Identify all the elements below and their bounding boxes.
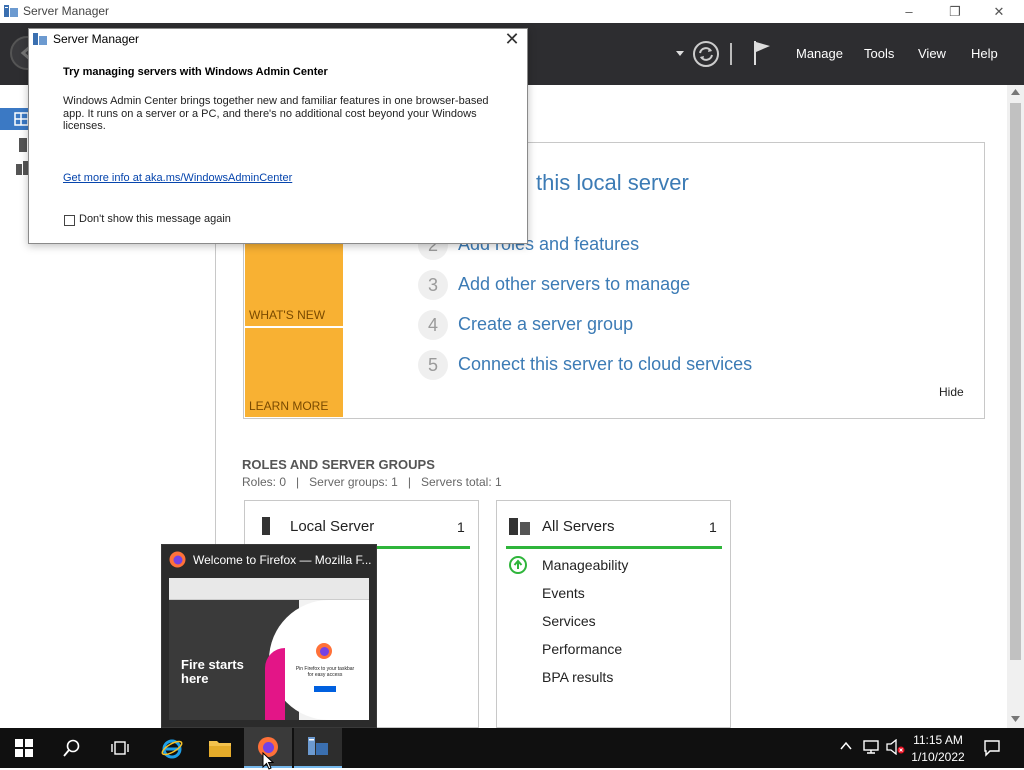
window-titlebar [0, 0, 1024, 23]
window-title: Server Manager [23, 4, 110, 18]
mouse-cursor-icon [262, 752, 274, 770]
volume-muted-icon[interactable] [885, 739, 905, 755]
dialog-body: Windows Admin Center brings together new… [63, 95, 489, 132]
thumb-headline: Fire starts here [181, 657, 244, 686]
all-servers-title[interactable]: All Servers [542, 518, 615, 535]
all-servers-services[interactable]: Services [542, 613, 596, 629]
server-manager-icon [308, 737, 328, 755]
menu-tools[interactable]: Tools [864, 46, 894, 61]
all-servers-events[interactable]: Events [542, 585, 585, 601]
step-number: 3 [418, 270, 448, 300]
step-add-servers-link[interactable]: Add other servers to manage [458, 274, 690, 295]
all-servers-bpa-results[interactable]: BPA results [542, 669, 613, 685]
tile-whats-new-label: WHAT'S NEW [249, 308, 326, 322]
start-button[interactable] [0, 728, 48, 768]
nav-item-dashboard[interactable] [0, 108, 30, 130]
step-connect-cloud-link[interactable]: Connect this server to cloud services [458, 354, 752, 375]
task-view-icon [111, 741, 129, 755]
internet-explorer-button[interactable] [148, 728, 196, 768]
tile-whats-new[interactable]: WHAT'S NEW [245, 244, 343, 326]
dont-show-again-checkbox[interactable] [64, 215, 75, 226]
firefox-logo-icon [316, 643, 332, 659]
notifications-flag-icon[interactable] [752, 40, 772, 66]
network-icon[interactable] [862, 739, 880, 755]
dialog-heading: Try managing servers with Windows Admin … [63, 66, 328, 78]
roles-heading: ROLES AND SERVER GROUPS [242, 457, 435, 472]
folder-icon [209, 741, 231, 757]
menu-manage[interactable]: Manage [796, 46, 843, 61]
firefox-preview-thumbnail[interactable]: Fire starts here Pin Firefox to your tas… [169, 578, 369, 720]
local-server-title[interactable]: Local Server [290, 518, 374, 535]
all-servers-count: 1 [709, 519, 717, 535]
all-servers-status-bar [506, 546, 722, 549]
step-create-group-link[interactable]: Create a server group [458, 314, 633, 335]
server-manager-app-icon [4, 5, 18, 17]
dashboard-icon [14, 112, 29, 126]
dont-show-again-label[interactable]: Don't show this message again [79, 213, 231, 225]
firefox-icon [169, 551, 186, 568]
scroll-up-arrow-icon[interactable] [1011, 89, 1020, 95]
dialog-title: Server Manager [53, 32, 140, 46]
admin-center-info-link[interactable]: Get more info at aka.ms/WindowsAdminCent… [63, 172, 292, 184]
tile-learn-more-label: LEARN MORE [249, 399, 329, 413]
roles-summary: Roles: 0 | Server groups: 1 | Servers to… [242, 475, 502, 489]
menu-help[interactable]: Help [971, 46, 998, 61]
search-button[interactable] [48, 728, 96, 768]
task-view-button[interactable] [96, 728, 144, 768]
action-center-icon[interactable] [983, 739, 1001, 757]
close-button[interactable]: ✕ [976, 0, 1022, 23]
hide-link[interactable]: Hide [939, 385, 964, 399]
manageability-ok-icon [509, 556, 527, 574]
clock-date[interactable]: 1/10/2022 [908, 750, 968, 764]
tile-learn-more[interactable]: LEARN MORE [245, 328, 343, 417]
dialog-app-icon [33, 33, 47, 45]
firefox-preview-title[interactable]: Welcome to Firefox — Mozilla F... [193, 553, 372, 567]
windows-logo-icon [15, 739, 33, 757]
step-number: 5 [418, 350, 448, 380]
internet-explorer-icon [161, 739, 183, 759]
nav-local-server-icon[interactable] [18, 137, 28, 153]
nav-all-servers-icon[interactable] [15, 160, 29, 176]
welcome-heading-fragment: this local server [536, 170, 689, 195]
restore-button[interactable]: ❐ [932, 0, 978, 23]
server-manager-taskbar-button[interactable] [294, 728, 342, 768]
all-servers-performance[interactable]: Performance [542, 641, 622, 657]
clock-time[interactable]: 11:15 AM [908, 733, 968, 747]
all-servers-icon [509, 518, 530, 535]
all-servers-manageability[interactable]: Manageability [542, 557, 628, 573]
search-icon [63, 739, 80, 757]
toolbar-separator [730, 43, 732, 65]
minimize-button[interactable]: – [886, 0, 932, 23]
dialog-close-button[interactable]: ✕ [500, 29, 524, 49]
local-server-icon [262, 517, 270, 535]
dropdown-arrow-icon[interactable] [675, 50, 685, 58]
file-explorer-button[interactable] [196, 728, 244, 768]
refresh-icon[interactable] [692, 40, 720, 68]
menu-view[interactable]: View [918, 46, 946, 61]
admin-center-dialog [28, 28, 528, 244]
step-number: 4 [418, 310, 448, 340]
thumb-caption: Pin Firefox to your taskbar for easy acc… [295, 666, 355, 678]
show-hidden-icons-chevron-icon[interactable] [840, 741, 852, 751]
local-server-count: 1 [457, 519, 465, 535]
scroll-down-arrow-icon[interactable] [1011, 716, 1020, 722]
scrollbar-thumb[interactable] [1010, 103, 1021, 660]
